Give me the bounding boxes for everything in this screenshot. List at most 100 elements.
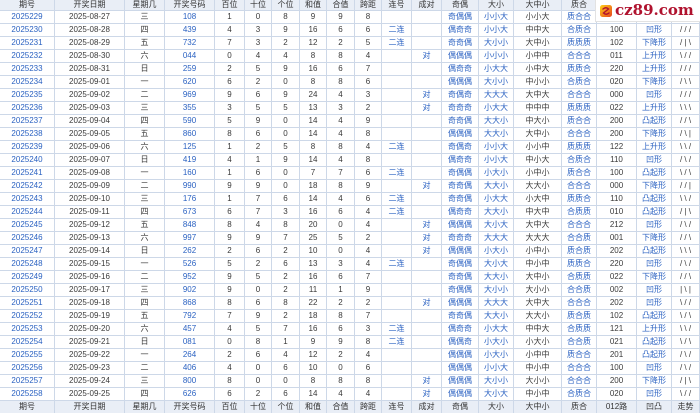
cell-sum-value: 13 [300, 102, 327, 115]
cell-units-digit: 7 [272, 232, 300, 245]
cell-weekday: 日 [125, 336, 165, 349]
cell-shape: 凹形 [637, 362, 672, 375]
cell-winning-number: 868 [165, 297, 215, 310]
cell-sum-value: 16 [300, 323, 327, 336]
cell-route-012: 010 [597, 206, 637, 219]
cell-sum-value: 16 [300, 24, 327, 37]
footer-hundreds-digit: 百位 [215, 401, 245, 413]
cell-weekday: 四 [125, 297, 165, 310]
cell-odd-even: 奇偶奇 [442, 141, 479, 154]
cell-sum-value: 11 [300, 284, 327, 297]
cell-draw-date: 2025-09-02 [55, 89, 125, 102]
cell-big-mid-small: 中中大 [514, 323, 562, 336]
cell-hundreds-digit: 1 [215, 11, 245, 24]
cell-winning-number: 626 [165, 388, 215, 401]
cell-span: 6 [355, 167, 382, 180]
cell-issue: 2025230 [0, 24, 55, 37]
footer-draw-date: 开奖日期 [55, 401, 125, 413]
table-row: 2025240 2025-09-07 日 419 4 1 9 14 4 8 偶奇奇 小小大 中小大 合质合… [0, 154, 700, 167]
cell-trend: / / \ [672, 232, 700, 245]
cell-units-digit: 8 [272, 11, 300, 24]
cell-big-mid-small: 大中大 [514, 89, 562, 102]
cell-sum-tail: 8 [327, 310, 355, 323]
cell-big-mid-small: 小中大 [514, 63, 562, 76]
cell-draw-date: 2025-09-05 [55, 128, 125, 141]
footer-issue: 期号 [0, 401, 55, 413]
cell-odd-even: 偶奇奇 [442, 24, 479, 37]
cell-odd-even: 奇偶偶 [442, 11, 479, 24]
cell-sum-value: 13 [300, 258, 327, 271]
cell-draw-date: 2025-09-08 [55, 167, 125, 180]
cell-sum-value: 25 [300, 232, 327, 245]
lottery-trend-page: 期号 开奖日期 星期几 开奖号码 百位 十位 个位 和值 合值 跨距 连号 成对 奇偶 大小 大中小 质合 20… [0, 0, 700, 413]
cell-trend: \ / \ [672, 167, 700, 180]
cell-tens-digit: 5 [245, 102, 272, 115]
cell-route-012: 021 [597, 336, 637, 349]
cell-big-mid-small: 小中中 [514, 50, 562, 63]
cell-sum-tail: 2 [327, 297, 355, 310]
cell-big-mid-small: 大大大 [514, 232, 562, 245]
cell-sum-value: 10 [300, 362, 327, 375]
cell-consecutive [382, 50, 412, 63]
cell-tens-digit: 2 [245, 76, 272, 89]
cell-winning-number: 259 [165, 63, 215, 76]
cell-pair: 对 [412, 180, 442, 193]
cell-prime-composite: 合质合 [562, 24, 597, 37]
cell-hundreds-digit: 9 [215, 89, 245, 102]
cell-consecutive [382, 310, 412, 323]
table-row: 2025239 2025-09-06 六 125 1 2 5 8 8 4 二连 奇偶奇 小小大 小小中 质质… [0, 141, 700, 154]
cell-odd-even: 奇奇奇 [442, 232, 479, 245]
cell-span: 6 [355, 24, 382, 37]
cell-consecutive: 二连 [382, 141, 412, 154]
cell-pair: 对 [412, 375, 442, 388]
cell-odd-even: 偶偶偶 [442, 245, 479, 258]
cell-consecutive [382, 128, 412, 141]
cell-prime-composite: 质质质 [562, 37, 597, 50]
cell-big-small: 大小小 [479, 37, 514, 50]
cell-odd-even: 奇偶偶 [442, 167, 479, 180]
cell-span: 9 [355, 180, 382, 193]
table-row: 2025234 2025-09-01 一 620 6 2 0 8 8 6 偶偶偶 大小小 中小小 合质合 0… [0, 76, 700, 89]
table-row: 2025235 2025-09-02 二 969 9 6 9 24 4 3 对奇偶奇 大大大 大中大 合合… [0, 89, 700, 102]
cell-draw-date: 2025-09-11 [55, 206, 125, 219]
table-row: 2025245 2025-09-12 五 848 8 4 8 20 0 4 对偶偶偶 大小大 大中大 合合… [0, 219, 700, 232]
cell-draw-date: 2025-09-22 [55, 349, 125, 362]
cell-units-digit: 8 [272, 297, 300, 310]
cell-sum-value: 22 [300, 297, 327, 310]
cell-tens-digit: 6 [245, 349, 272, 362]
cell-big-small: 大小小 [479, 375, 514, 388]
cell-span: 2 [355, 297, 382, 310]
cell-big-small: 大大小 [479, 310, 514, 323]
cell-trend: / | \ [672, 37, 700, 50]
cell-span: 9 [355, 115, 382, 128]
cell-tens-digit: 6 [245, 297, 272, 310]
cell-big-mid-small: 大中小 [514, 271, 562, 284]
table-row: 2025247 2025-09-14 日 262 2 6 2 10 0 4 对偶偶偶 小大小 小中小 质合… [0, 245, 700, 258]
cell-route-012: 201 [597, 349, 637, 362]
cell-draw-date: 2025-09-14 [55, 245, 125, 258]
cell-big-small: 小大大 [479, 193, 514, 206]
cell-big-mid-small: 中小中 [514, 388, 562, 401]
cell-winning-number: 439 [165, 24, 215, 37]
cell-sum-value: 24 [300, 89, 327, 102]
table-row: 2025242 2025-09-09 二 990 9 9 0 18 8 9 对奇奇偶 大大小 大大小 合合… [0, 180, 700, 193]
cell-units-digit: 2 [272, 271, 300, 284]
cell-winning-number: 108 [165, 11, 215, 24]
site-logo[interactable]: cz89.com [595, 0, 700, 22]
cell-sum-value: 10 [300, 245, 327, 258]
cell-big-small: 大大大 [479, 297, 514, 310]
cell-sum-value: 12 [300, 37, 327, 50]
cell-sum-tail: 8 [327, 50, 355, 63]
cell-issue: 2025241 [0, 167, 55, 180]
cell-draw-date: 2025-09-06 [55, 141, 125, 154]
cell-winning-number: 355 [165, 102, 215, 115]
cell-shape: 上升形 [637, 141, 672, 154]
cell-prime-composite: 质合合 [562, 349, 597, 362]
cell-weekday: 一 [125, 349, 165, 362]
cell-draw-date: 2025-09-25 [55, 388, 125, 401]
cell-consecutive: 二连 [382, 167, 412, 180]
cell-route-012: 202 [597, 245, 637, 258]
cell-weekday: 日 [125, 63, 165, 76]
cell-span: 3 [355, 323, 382, 336]
cell-draw-date: 2025-08-27 [55, 11, 125, 24]
